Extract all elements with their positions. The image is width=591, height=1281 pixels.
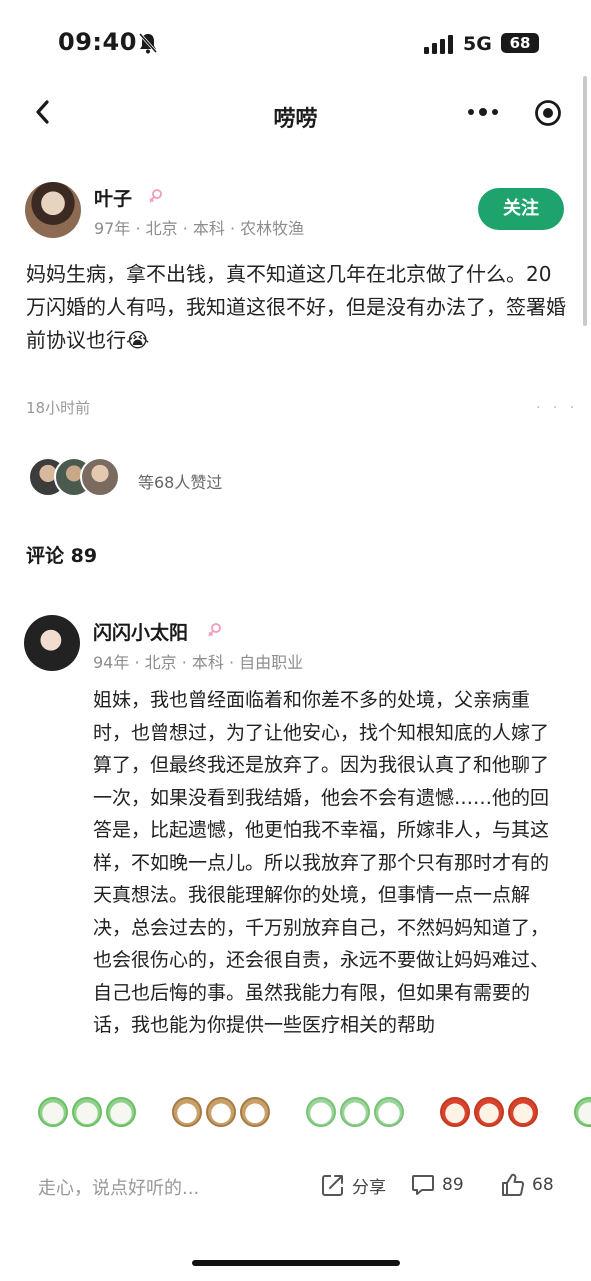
author-name[interactable]: 叶子 (94, 184, 132, 211)
battery-indicator: 68 (501, 33, 539, 53)
share-icon (322, 1175, 343, 1196)
commenter-avatar[interactable] (24, 615, 80, 671)
status-time: 09:40 (58, 28, 137, 56)
like-button[interactable]: 68 (500, 1168, 554, 1202)
post-content: 妈妈生病，拿不出钱，真不知道这几年在北京做了什么。20万闪婚的人有吗，我知道这很… (26, 262, 566, 352)
signal-icon (424, 35, 453, 54)
comments-title: 评论 89 (26, 545, 98, 567)
liker-avatar (80, 457, 120, 497)
sticker-icon[interactable] (72, 1097, 102, 1127)
home-indicator[interactable] (192, 1260, 400, 1266)
sticker-icon[interactable] (340, 1097, 370, 1127)
sticker-icon[interactable] (508, 1097, 538, 1127)
thumb-up-icon (502, 1173, 525, 1196)
like-count: 68 (532, 1175, 554, 1195)
share-label: 分享 (352, 1177, 386, 1198)
sticker-icon[interactable] (240, 1097, 270, 1127)
sticker-icon[interactable] (374, 1097, 404, 1127)
page-title: 唠唠 (273, 107, 318, 132)
comment-count: 89 (442, 1175, 464, 1195)
bottom-action-bar: 走心，说点好听的... 分享 89 68 (0, 1160, 591, 1210)
comment-count-button[interactable]: 89 (410, 1168, 464, 1202)
comment-input[interactable]: 走心，说点好听的... (38, 1174, 199, 1200)
sticker-icon[interactable] (574, 1097, 591, 1127)
female-icon (149, 189, 162, 203)
more-dots-icon[interactable] (466, 105, 500, 119)
status-bar: 09:40 5G 68 (0, 0, 591, 80)
post-more-button[interactable]: · · · (536, 400, 578, 416)
target-icon[interactable] (534, 99, 562, 127)
post-timestamp: 18小时前 (26, 399, 91, 417)
author-avatar[interactable] (25, 182, 81, 238)
likes-summary[interactable]: 等68人赞过 (138, 469, 222, 493)
commenter-name[interactable]: 闪闪小太阳 (93, 618, 188, 645)
sticker-icon[interactable] (440, 1097, 470, 1127)
sticker-icon[interactable] (474, 1097, 504, 1127)
comment-icon (412, 1175, 434, 1195)
network-label: 5G (463, 33, 492, 55)
sticker-icon[interactable] (106, 1097, 136, 1127)
sticker-bar (0, 1093, 591, 1133)
bell-slash-icon (138, 33, 158, 54)
sticker-icon[interactable] (206, 1097, 236, 1127)
follow-button[interactable]: 关注 (478, 188, 564, 230)
share-button[interactable]: 分享 (320, 1168, 386, 1202)
female-icon (208, 623, 221, 637)
commenter-meta: 94年 · 北京 · 本科 · 自由职业 (93, 653, 304, 672)
liker-avatars[interactable] (28, 457, 120, 499)
sticker-icon[interactable] (306, 1097, 336, 1127)
author-meta: 97年 · 北京 · 本科 · 农林牧渔 (94, 219, 305, 238)
sticker-icon[interactable] (172, 1097, 202, 1127)
comment-text: 姐妹，我也曾经面临着和你差不多的处境，父亲病重时，也曾想过，为了让他安心，找个知… (93, 689, 550, 1036)
sticker-icon[interactable] (38, 1097, 68, 1127)
nav-bar: 唠唠 (0, 85, 591, 145)
